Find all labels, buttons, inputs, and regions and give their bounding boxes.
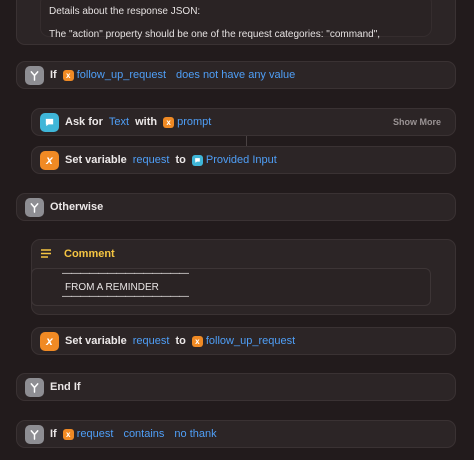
variable-x-icon: x xyxy=(191,335,203,347)
if-action-block[interactable]: If x request contains no thank xyxy=(16,420,456,448)
end-if-block[interactable]: End If xyxy=(16,373,456,401)
condition-token[interactable]: contains xyxy=(123,428,164,440)
speech-bubble-icon xyxy=(40,112,59,132)
variable-token-label: follow_up_request xyxy=(76,69,167,81)
variable-x-icon: x xyxy=(40,331,59,351)
variable-token-request[interactable]: x request xyxy=(62,428,114,440)
variable-token-prompt[interactable]: x prompt xyxy=(163,116,211,128)
ask-for-input-block[interactable]: Ask for Text with x prompt Show More xyxy=(31,108,456,136)
set-variable-row: x Set variable request to x follow_up_re… xyxy=(32,328,455,354)
text-action-line-1: Details about the response JSON: xyxy=(49,6,201,17)
show-more-button[interactable]: Show More xyxy=(393,117,441,127)
comment-divider-top: —————————————— xyxy=(62,268,189,279)
comment-title: Comment xyxy=(64,248,115,260)
end-if-row: End If xyxy=(17,374,455,400)
with-label: with xyxy=(135,116,158,128)
if-action-row: If x follow_up_request does not have any… xyxy=(17,62,455,88)
otherwise-row: Otherwise xyxy=(17,194,455,220)
branch-icon xyxy=(25,197,44,217)
set-variable-row: x Set variable request to Provided Input xyxy=(32,147,455,173)
if-action-block[interactable]: If x follow_up_request does not have any… xyxy=(16,61,456,89)
variable-token-label: Provided Input xyxy=(205,154,277,166)
variable-name-token[interactable]: request xyxy=(133,335,170,347)
input-type-token[interactable]: Text xyxy=(109,116,129,128)
shortcut-editor-canvas: Details about the response JSON: The "ac… xyxy=(0,0,474,460)
if-keyword: If xyxy=(50,428,57,440)
variable-x-icon: x xyxy=(62,69,74,81)
set-variable-block[interactable]: x Set variable request to x follow_up_re… xyxy=(31,327,456,355)
set-variable-keyword: Set variable xyxy=(65,154,127,166)
variable-name-token[interactable]: request xyxy=(133,154,170,166)
otherwise-block[interactable]: Otherwise xyxy=(16,193,456,221)
variable-token-provided-input[interactable]: Provided Input xyxy=(191,154,277,166)
to-label: to xyxy=(175,154,186,166)
variable-token-label: prompt xyxy=(177,116,212,128)
variable-token-follow-up-request[interactable]: x follow_up_request xyxy=(191,335,296,347)
otherwise-keyword: Otherwise xyxy=(50,201,104,213)
connector-line xyxy=(246,136,247,146)
variable-x-icon: x xyxy=(40,150,59,170)
comment-divider-bottom: —————————————— xyxy=(62,291,189,302)
set-variable-block[interactable]: x Set variable request to Provided Input xyxy=(31,146,456,174)
speech-bubble-icon xyxy=(191,154,203,166)
variable-token-follow-up-request[interactable]: x follow_up_request xyxy=(62,69,167,81)
variable-x-icon: x xyxy=(62,428,74,440)
branch-icon xyxy=(25,65,44,85)
variable-token-label: request xyxy=(76,428,114,440)
variable-token-label: follow_up_request xyxy=(205,335,296,347)
comment-lines-icon xyxy=(41,249,51,258)
condition-token[interactable]: does not have any value xyxy=(176,69,295,81)
text-action-line-2: The "action" property should be one of t… xyxy=(49,29,381,40)
ask-for-keyword: Ask for xyxy=(65,116,103,128)
if-action-row: If x request contains no thank xyxy=(17,421,455,447)
if-keyword: If xyxy=(50,69,57,81)
end-if-keyword: End If xyxy=(50,381,81,393)
branch-icon xyxy=(25,377,44,397)
condition-value-token[interactable]: no thank xyxy=(174,428,216,440)
to-label: to xyxy=(175,335,186,347)
branch-icon xyxy=(25,424,44,444)
set-variable-keyword: Set variable xyxy=(65,335,127,347)
ask-for-input-row: Ask for Text with x prompt xyxy=(32,109,455,135)
variable-x-icon: x xyxy=(163,116,175,128)
